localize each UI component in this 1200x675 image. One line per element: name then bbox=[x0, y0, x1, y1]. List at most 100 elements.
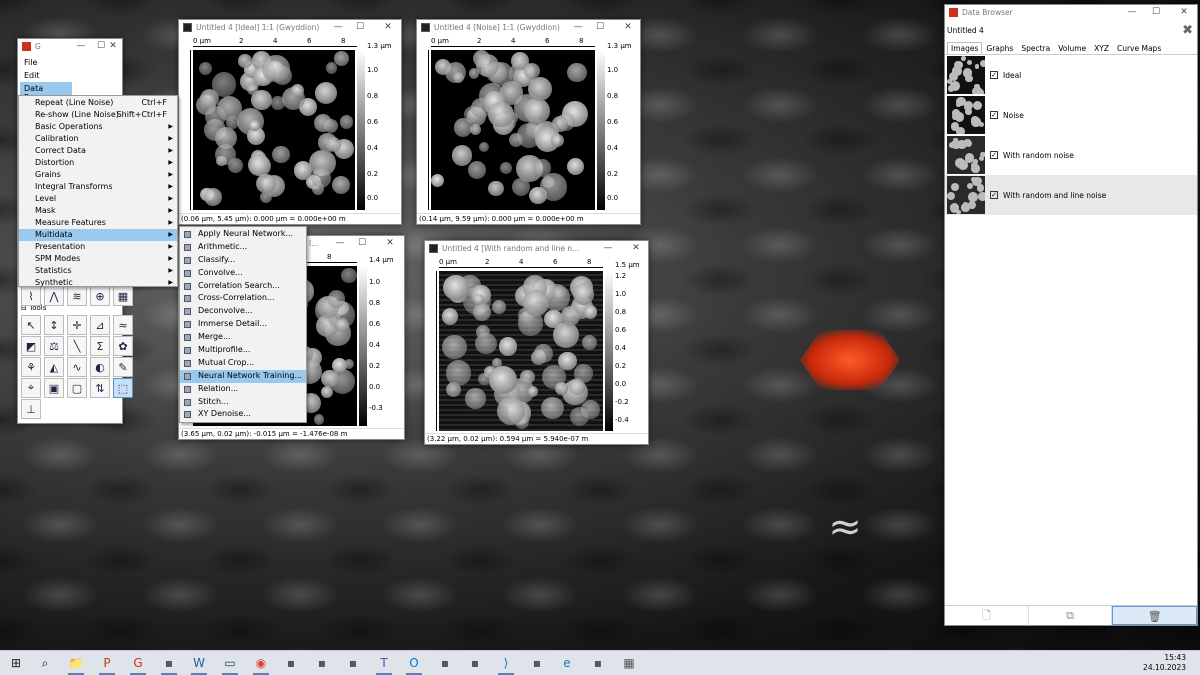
minimize-icon[interactable]: — bbox=[70, 39, 92, 54]
clock[interactable]: 15:43 24.10.2023 bbox=[1143, 653, 1186, 673]
list-item[interactable]: ✓ Ideal bbox=[945, 55, 1197, 95]
random-line-noise-image[interactable] bbox=[439, 271, 603, 431]
tool-icon[interactable]: ⋀ bbox=[44, 286, 64, 306]
line-tool-icon[interactable]: ╲ bbox=[67, 336, 87, 356]
taskbar-windows-start-icon[interactable]: ⊞ bbox=[8, 655, 24, 671]
height-tool-icon[interactable]: ⇅ bbox=[90, 378, 110, 398]
taskbar-calculator-icon[interactable]: ▦ bbox=[621, 655, 637, 671]
taskbar-edge-icon[interactable]: e bbox=[559, 655, 575, 671]
submenu-item-immerse-detail[interactable]: Immerse Detail... bbox=[180, 318, 306, 331]
pen-tool-icon[interactable]: ✎ bbox=[113, 357, 133, 377]
frame-tool-icon[interactable]: ▢ bbox=[67, 378, 87, 398]
roughness-tool-icon[interactable]: ≈ bbox=[113, 315, 133, 335]
tool-icon[interactable]: ⌇ bbox=[21, 286, 41, 306]
minimize-icon[interactable]: — bbox=[567, 20, 589, 35]
taskbar-vscode-icon[interactable]: ⟩ bbox=[498, 655, 514, 671]
tab-graphs[interactable]: Graphs bbox=[982, 42, 1017, 54]
taskbar-search-icon[interactable]: ⌕ bbox=[37, 655, 53, 671]
taskbar-app-icon[interactable]: ▪ bbox=[529, 655, 545, 671]
submenu-item-arithmetic[interactable]: Arithmetic... bbox=[180, 241, 306, 254]
close-icon[interactable]: ✕ bbox=[617, 20, 639, 35]
sigma-tool-icon[interactable]: Σ bbox=[90, 336, 110, 356]
menu-item-level[interactable]: Level ▶ bbox=[19, 193, 177, 205]
menu-item-statistics[interactable]: Statistics ▶ bbox=[19, 265, 177, 277]
submenu-item-relation[interactable]: Relation... bbox=[180, 383, 306, 396]
menu-item-grains[interactable]: Grains ▶ bbox=[19, 169, 177, 181]
submenu-item-stitch[interactable]: Stitch... bbox=[180, 396, 306, 409]
visibility-checkbox[interactable]: ✓ bbox=[990, 191, 998, 199]
minimize-icon[interactable]: — bbox=[329, 236, 351, 251]
tab-volume[interactable]: Volume bbox=[1054, 42, 1090, 54]
taskbar-terminal-icon[interactable]: ▭ bbox=[222, 655, 238, 671]
delete-icon[interactable]: 🗑 bbox=[1112, 606, 1198, 625]
tool-icon[interactable]: ⊕ bbox=[90, 286, 110, 306]
taskbar-app-icon[interactable]: ▪ bbox=[437, 655, 453, 671]
distance-tool-icon[interactable]: ↕ bbox=[44, 315, 64, 335]
duplicate-icon[interactable]: ⧉ bbox=[1029, 606, 1113, 625]
menu-item-multidata[interactable]: Multidata ▶ bbox=[19, 229, 177, 241]
minimize-icon[interactable]: — bbox=[327, 20, 349, 35]
selection-tool-icon[interactable]: ⬚ bbox=[113, 378, 133, 398]
list-item[interactable]: ✓ With random noise bbox=[945, 135, 1197, 175]
list-item[interactable]: ✓ Noise bbox=[945, 95, 1197, 135]
menu-file[interactable]: File bbox=[20, 56, 122, 69]
grid-tool-icon[interactable]: ▣ bbox=[44, 378, 64, 398]
tab-curve-maps[interactable]: Curve Maps bbox=[1113, 42, 1165, 54]
fit-tool-icon[interactable]: ◭ bbox=[44, 357, 64, 377]
visibility-checkbox[interactable]: ✓ bbox=[990, 151, 998, 159]
submenu-item-merge[interactable]: Merge... bbox=[180, 331, 306, 344]
menu-item-integral-transforms[interactable]: Integral Transforms ▶ bbox=[19, 181, 177, 193]
submenu-item-apply-neural-network[interactable]: Apply Neural Network... bbox=[180, 228, 306, 241]
menu-item-mask[interactable]: Mask ▶ bbox=[19, 205, 177, 217]
menu-item-presentation[interactable]: Presentation ▶ bbox=[19, 241, 177, 253]
taskbar-app-icon[interactable]: ▪ bbox=[345, 655, 361, 671]
maximize-icon[interactable]: ☐ bbox=[349, 20, 371, 35]
visibility-checkbox[interactable]: ✓ bbox=[990, 111, 998, 119]
noise-image[interactable] bbox=[431, 50, 595, 210]
close-icon[interactable]: ✕ bbox=[1173, 5, 1195, 20]
tool-icon[interactable]: ≋ bbox=[67, 286, 87, 306]
close-icon[interactable]: ✕ bbox=[102, 39, 124, 54]
level-tool-icon[interactable]: ⚖ bbox=[44, 336, 64, 356]
submenu-item-deconvolve[interactable]: Deconvolve... bbox=[180, 305, 306, 318]
menu-item-synthetic[interactable]: Synthetic ▶ bbox=[19, 277, 177, 289]
taskbar-app-icon[interactable]: ▪ bbox=[314, 655, 330, 671]
close-file-icon[interactable]: ✖ bbox=[1182, 20, 1193, 42]
taskbar-app-icon[interactable]: ▪ bbox=[467, 655, 483, 671]
profile-tool-icon[interactable]: ⊿ bbox=[90, 315, 110, 335]
mask-tool-icon[interactable]: ◐ bbox=[90, 357, 110, 377]
menu-item-distortion[interactable]: Distortion ▶ bbox=[19, 157, 177, 169]
taskbar-app-icon[interactable]: ▪ bbox=[161, 655, 177, 671]
menu-data-process[interactable]: Data Process bbox=[20, 82, 72, 102]
ideal-image[interactable] bbox=[193, 50, 355, 210]
close-icon[interactable]: ✕ bbox=[625, 241, 647, 256]
menu-item-measure-features[interactable]: Measure Features ▶ bbox=[19, 217, 177, 229]
taskbar-powerpoint-icon[interactable]: P bbox=[99, 655, 115, 671]
axis-tool-icon[interactable]: ⊥ bbox=[21, 399, 41, 419]
grain-tool-icon[interactable]: ✿ bbox=[113, 336, 133, 356]
submenu-item-convolve[interactable]: Convolve... bbox=[180, 267, 306, 280]
list-item[interactable]: ✓ With random and line noise bbox=[945, 175, 1197, 215]
close-icon[interactable]: ✕ bbox=[377, 20, 399, 35]
spectro-tool-icon[interactable]: ⚘ bbox=[21, 357, 41, 377]
submenu-item-classify[interactable]: Classify... bbox=[180, 254, 306, 267]
menu-item-calibration[interactable]: Calibration ▶ bbox=[19, 133, 177, 145]
taskbar-app-icon[interactable]: ▪ bbox=[283, 655, 299, 671]
taskbar-chrome-icon[interactable]: ◉ bbox=[253, 655, 269, 671]
stats-tool-icon[interactable]: ◩ bbox=[21, 336, 41, 356]
taskbar-gwyddion-icon[interactable]: G bbox=[130, 655, 146, 671]
taskbar-outlook-icon[interactable]: O bbox=[406, 655, 422, 671]
tab-images[interactable]: Images bbox=[947, 42, 983, 54]
maximize-icon[interactable]: ☐ bbox=[1145, 5, 1167, 20]
spot-tool-icon[interactable]: ⌖ bbox=[21, 378, 41, 398]
submenu-item-correlation-search[interactable]: Correlation Search... bbox=[180, 280, 306, 293]
maximize-icon[interactable]: ☐ bbox=[351, 236, 373, 251]
visibility-checkbox[interactable]: ✓ bbox=[990, 71, 998, 79]
close-icon[interactable]: ✕ bbox=[379, 236, 401, 251]
taskbar-file-explorer-icon[interactable]: 📁 bbox=[68, 655, 84, 671]
maximize-icon[interactable]: ☐ bbox=[589, 20, 611, 35]
pointer-tool-icon[interactable]: ↖ bbox=[21, 315, 41, 335]
taskbar-app-icon[interactable]: ▪ bbox=[590, 655, 606, 671]
submenu-item-xy-denoise[interactable]: XY Denoise... bbox=[180, 408, 306, 421]
menu-item-correct-data[interactable]: Correct Data ▶ bbox=[19, 145, 177, 157]
